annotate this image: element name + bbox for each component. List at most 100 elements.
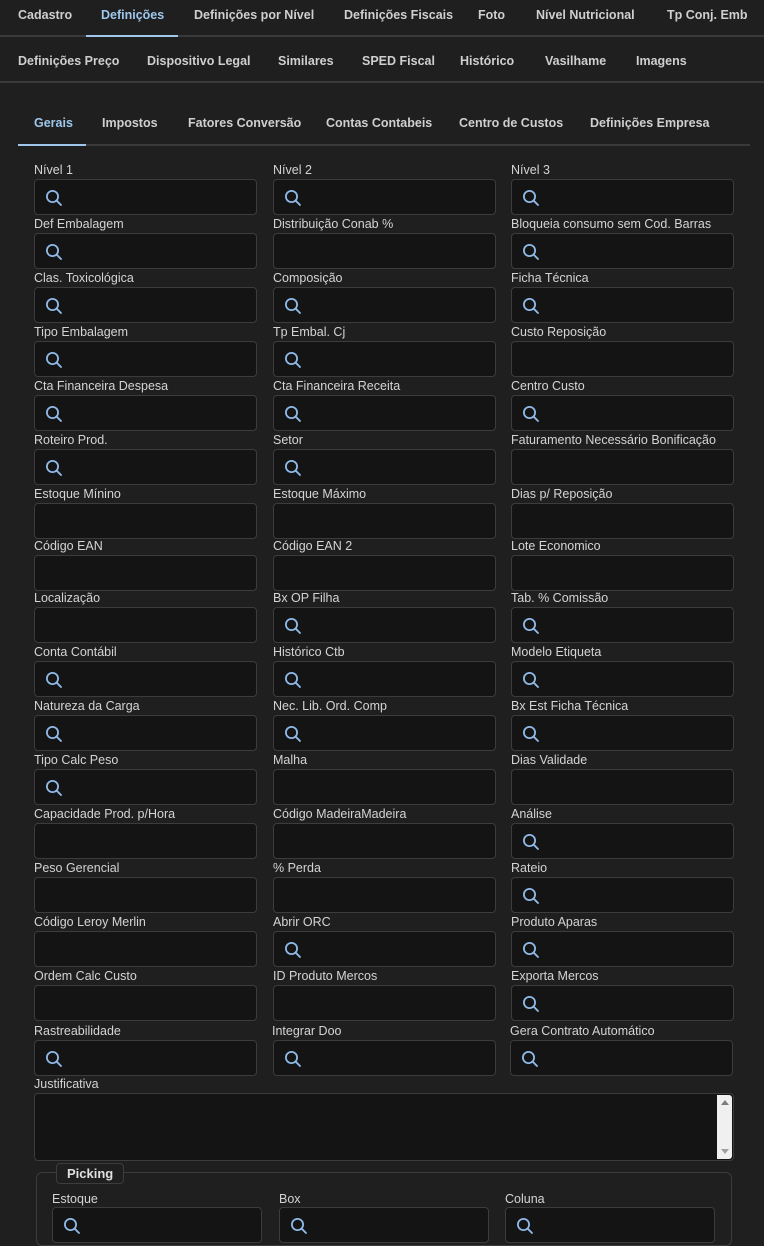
input-codigo-leroy-merlin[interactable] — [34, 931, 257, 967]
label-nivel-1: Nível 1 — [34, 163, 73, 177]
input-localizacao[interactable] — [34, 607, 257, 643]
search-icon — [285, 726, 301, 742]
input-lote-economico[interactable] — [511, 555, 734, 591]
tab-nivel-nutricional[interactable]: Nível Nutricional — [536, 8, 635, 22]
input-dias-validade[interactable] — [511, 769, 734, 805]
input-rateio[interactable] — [511, 877, 734, 913]
input-abrir-orc[interactable] — [273, 931, 496, 967]
input-modelo-etiqueta[interactable] — [511, 661, 734, 697]
label-def-embalagem: Def Embalagem — [34, 217, 124, 231]
input-ordem-calc-custo[interactable] — [34, 985, 257, 1021]
input-malha[interactable] — [273, 769, 496, 805]
input-composicao[interactable] — [273, 287, 496, 323]
input-historico-ctb[interactable] — [273, 661, 496, 697]
input-cta-financeira-receita[interactable] — [273, 395, 496, 431]
input-integrar-doo[interactable] — [273, 1040, 496, 1076]
search-icon — [46, 190, 62, 206]
input-produto-aparas[interactable] — [511, 931, 734, 967]
input-nivel-2[interactable] — [273, 179, 496, 215]
input-estoque[interactable] — [52, 1207, 262, 1243]
input-def-embalagem[interactable] — [34, 233, 257, 269]
label-estoque: Estoque — [52, 1192, 98, 1206]
subtab-gerais[interactable]: Gerais — [34, 116, 73, 130]
input-codigo-ean[interactable] — [34, 555, 257, 591]
input-tp-embal-cj[interactable] — [273, 341, 496, 377]
input-ficha-tecnica[interactable] — [511, 287, 734, 323]
subtab-impostos[interactable]: Impostos — [102, 116, 158, 130]
input-box[interactable] — [279, 1207, 489, 1243]
label-historico-ctb: Histórico Ctb — [273, 645, 345, 659]
label-bloqueia-consumo-sem-cod-barras: Bloqueia consumo sem Cod. Barras — [511, 217, 712, 231]
input-peso-gerencial[interactable] — [34, 877, 257, 913]
scroll-down-icon[interactable] — [721, 1149, 729, 1154]
label-roteiro-prod: Roteiro Prod. — [34, 433, 108, 447]
input-rastreabilidade[interactable] — [34, 1040, 257, 1076]
tab-imagens[interactable]: Imagens — [636, 54, 687, 68]
tab-dispositivo-legal[interactable]: Dispositivo Legal — [147, 54, 251, 68]
input-clas-toxicologica[interactable] — [34, 287, 257, 323]
search-icon — [523, 942, 539, 958]
tab-cadastro[interactable]: Cadastro — [18, 8, 72, 22]
tab-vasilhame[interactable]: Vasilhame — [545, 54, 606, 68]
input-roteiro-prod[interactable] — [34, 449, 257, 485]
input-estoque-minino[interactable] — [34, 503, 257, 539]
tab-definicoes-preco[interactable]: Definições Preço — [18, 54, 119, 68]
label-integrar-doo: Integrar Doo — [272, 1024, 342, 1038]
label-bx-op-filha: Bx OP Filha — [273, 591, 340, 605]
search-icon — [523, 672, 539, 688]
input-bx-est-ficha-tecnica[interactable] — [511, 715, 734, 751]
search-icon — [46, 298, 62, 314]
subtab-fatores-conversao[interactable]: Fatores Conversão — [188, 116, 301, 130]
input-dias-p-reposicao[interactable] — [511, 503, 734, 539]
tab-historico[interactable]: Histórico — [460, 54, 514, 68]
subtab-centro-de-custos[interactable]: Centro de Custos — [459, 116, 563, 130]
input-setor[interactable] — [273, 449, 496, 485]
tab-similares[interactable]: Similares — [278, 54, 334, 68]
tab-definicoes-por-nivel[interactable]: Definições por Nível — [194, 8, 314, 22]
input-tipo-embalagem[interactable] — [34, 341, 257, 377]
search-icon — [523, 190, 539, 206]
input-nivel-1[interactable] — [34, 179, 257, 215]
active-tab-indicator — [86, 35, 178, 37]
input-cta-financeira-despesa[interactable] — [34, 395, 257, 431]
input-estoque-maximo[interactable] — [273, 503, 496, 539]
input-gera-contrato-automatico[interactable] — [510, 1040, 733, 1076]
label-faturamento-necessario-bonificacao: Faturamento Necessário Bonificação — [511, 433, 716, 447]
input-tab-comissao[interactable] — [511, 607, 734, 643]
search-icon — [46, 352, 62, 368]
input-centro-custo[interactable] — [511, 395, 734, 431]
justificativa-textarea[interactable] — [34, 1093, 734, 1161]
tab-definicoes-fiscais[interactable]: Definições Fiscais — [344, 8, 453, 22]
tab-definicoes[interactable]: Definições — [101, 8, 164, 22]
label-nivel-2: Nível 2 — [273, 163, 312, 177]
input-faturamento-necessario-bonificacao[interactable] — [511, 449, 734, 485]
search-icon — [285, 618, 301, 634]
subtab-contas-contabeis[interactable]: Contas Contabeis — [326, 116, 432, 130]
input-nec-lib-ord-comp[interactable] — [273, 715, 496, 751]
input-bx-op-filha[interactable] — [273, 607, 496, 643]
label-abrir-orc: Abrir ORC — [273, 915, 331, 929]
input-capacidade-prod-p-hora[interactable] — [34, 823, 257, 859]
input-custo-reposicao[interactable] — [511, 341, 734, 377]
input-codigo-ean-2[interactable] — [273, 555, 496, 591]
textarea-scrollbar[interactable] — [717, 1095, 732, 1159]
tab-tp-conj-emb[interactable]: Tp Conj. Emb — [667, 8, 748, 22]
input-bloqueia-consumo-sem-cod-barras[interactable] — [511, 233, 734, 269]
input-perda[interactable] — [273, 877, 496, 913]
tab-sped-fiscal[interactable]: SPED Fiscal — [362, 54, 435, 68]
input-exporta-mercos[interactable] — [511, 985, 734, 1021]
input-natureza-da-carga[interactable] — [34, 715, 257, 751]
input-codigo-madeiramadeira[interactable] — [273, 823, 496, 859]
scroll-up-icon[interactable] — [721, 1100, 729, 1105]
input-coluna[interactable] — [505, 1207, 715, 1243]
input-id-produto-mercos[interactable] — [273, 985, 496, 1021]
input-tipo-calc-peso[interactable] — [34, 769, 257, 805]
label-rastreabilidade: Rastreabilidade — [34, 1024, 121, 1038]
input-distribuicao-conab[interactable] — [273, 233, 496, 269]
search-icon — [291, 1218, 307, 1234]
input-analise[interactable] — [511, 823, 734, 859]
input-nivel-3[interactable] — [511, 179, 734, 215]
subtab-definicoes-empresa[interactable]: Definições Empresa — [590, 116, 710, 130]
tab-foto[interactable]: Foto — [478, 8, 505, 22]
input-conta-contabil[interactable] — [34, 661, 257, 697]
